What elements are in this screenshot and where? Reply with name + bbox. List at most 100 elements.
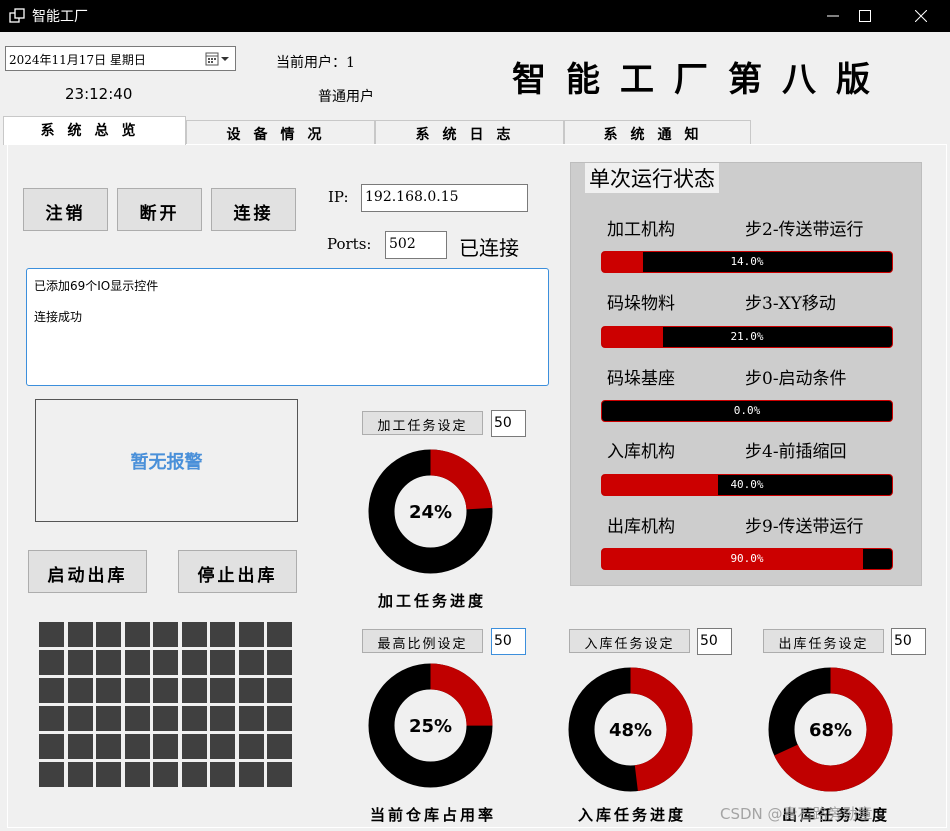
alarm-text: 暂无报警 — [130, 451, 203, 473]
process-task-input[interactable]: 50 — [491, 410, 526, 437]
alarm-panel: 暂无报警 — [35, 399, 298, 522]
inbound-task-set-button[interactable]: 入库任务设定 — [569, 629, 690, 653]
io-indicator — [96, 706, 121, 731]
io-indicator — [267, 734, 292, 759]
tab-system-log[interactable]: 系统日志 — [375, 120, 564, 144]
close-icon — [915, 10, 927, 22]
maximize-button[interactable] — [842, 0, 888, 32]
minimize-icon — [827, 15, 839, 17]
max-ratio-set-button[interactable]: 最高比例设定 — [362, 629, 483, 653]
tab-device-status[interactable]: 设备情况 — [186, 120, 375, 144]
tab-system-notice[interactable]: 系统通知 — [564, 120, 751, 144]
io-indicator — [267, 622, 292, 647]
log-textbox[interactable]: 已添加69个IO显示控件 连接成功 — [26, 268, 549, 386]
outbound-progress-donut: 68% — [768, 667, 893, 792]
app-big-title: 智能工厂第八版 — [512, 60, 890, 100]
ip-label: IP: — [328, 188, 349, 206]
io-indicator — [124, 622, 150, 647]
io-indicator — [267, 678, 292, 703]
io-indicator — [210, 622, 235, 647]
run-status-group: 单次运行状态 加工机构 步2-传送带运行 14.0% 码垛物料 步3-XY移动 … — [570, 162, 922, 586]
close-button[interactable] — [898, 0, 944, 32]
maximize-icon — [859, 10, 871, 22]
io-indicator — [124, 734, 150, 759]
stop-outbound-button[interactable]: 停止出库 — [178, 550, 297, 593]
io-indicator — [124, 650, 150, 675]
io-indicator — [181, 622, 207, 647]
io-indicator — [153, 678, 178, 703]
progress-text: 90.0% — [730, 552, 764, 565]
donut-percent-text: 48% — [609, 720, 652, 741]
io-indicator — [67, 734, 93, 759]
calendar-dropdown-icon[interactable] — [205, 51, 231, 67]
donut-percent-text: 25% — [409, 716, 452, 737]
io-indicator — [39, 706, 64, 731]
date-picker[interactable]: 2024年11月17日 星期日 — [5, 46, 236, 71]
io-indicator — [238, 706, 264, 731]
io-indicator — [153, 706, 178, 731]
io-indicator — [238, 762, 264, 787]
ip-input[interactable]: 192.168.0.15 — [361, 184, 528, 212]
io-indicator — [238, 622, 264, 647]
progress-bar: 14.0% — [601, 251, 893, 273]
progress-bar: 0.0% — [601, 400, 893, 422]
inbound-task-input[interactable]: 50 — [697, 628, 732, 655]
logout-button[interactable]: 注销 — [23, 188, 108, 231]
start-outbound-button[interactable]: 启动出库 — [28, 550, 147, 593]
io-indicator — [267, 762, 292, 787]
mechanism-step: 步4-前插缩回 — [745, 442, 847, 462]
mechanism-step: 步0-启动条件 — [745, 369, 847, 389]
io-indicator — [153, 762, 178, 787]
io-indicator — [39, 622, 64, 647]
ports-label: Ports: — [327, 235, 372, 253]
io-indicator — [181, 734, 207, 759]
title-bar: 智能工厂 — [0, 0, 950, 32]
io-indicator — [96, 650, 121, 675]
io-indicator — [153, 622, 178, 647]
io-indicator-grid — [39, 622, 297, 787]
progress-bar: 40.0% — [601, 474, 893, 496]
occupancy-donut: 25% — [368, 663, 493, 788]
io-indicator — [181, 678, 207, 703]
app-window-icon — [9, 8, 25, 23]
progress-text: 0.0% — [733, 404, 761, 417]
process-progress-donut: 24% — [368, 449, 493, 574]
occupancy-caption: 当前仓库占用率 — [370, 806, 497, 824]
io-indicator — [39, 762, 64, 787]
io-indicator — [153, 734, 178, 759]
io-indicator — [39, 678, 64, 703]
outbound-task-input[interactable]: 50 — [891, 628, 926, 655]
donut-percent-text: 68% — [809, 720, 852, 741]
io-indicator — [39, 734, 64, 759]
process-task-set-button[interactable]: 加工任务设定 — [362, 411, 483, 435]
io-indicator — [96, 734, 121, 759]
max-ratio-input[interactable]: 50 — [491, 628, 526, 655]
mechanism-name: 码垛物料 — [607, 294, 675, 314]
io-indicator — [124, 678, 150, 703]
io-indicator — [267, 650, 292, 675]
inbound-progress-donut: 48% — [568, 667, 693, 792]
tab-system-overview[interactable]: 系统总览 — [3, 116, 186, 145]
outbound-task-set-button[interactable]: 出库任务设定 — [763, 629, 884, 653]
mechanism-name: 入库机构 — [607, 442, 675, 462]
inbound-progress-caption: 入库任务进度 — [578, 806, 687, 824]
run-status-title: 单次运行状态 — [585, 163, 719, 193]
connect-button[interactable]: 连接 — [211, 188, 296, 231]
progress-bar: 90.0% — [601, 548, 893, 570]
mechanism-step: 步3-XY移动 — [745, 294, 836, 314]
date-value: 2024年11月17日 星期日 — [9, 53, 146, 67]
io-indicator — [210, 734, 235, 759]
io-indicator — [124, 706, 150, 731]
progress-bar: 21.0% — [601, 326, 893, 348]
user-role-label: 普通用户 — [318, 89, 374, 105]
connection-status-label: 已连接 — [459, 236, 519, 260]
io-indicator — [181, 762, 207, 787]
io-indicator — [96, 762, 121, 787]
io-indicator — [96, 622, 121, 647]
ports-input[interactable]: 502 — [385, 231, 447, 259]
io-indicator — [67, 622, 93, 647]
disconnect-button[interactable]: 断开 — [117, 188, 202, 231]
donut-percent-text: 24% — [409, 502, 452, 523]
io-indicator — [181, 650, 207, 675]
io-indicator — [153, 650, 178, 675]
